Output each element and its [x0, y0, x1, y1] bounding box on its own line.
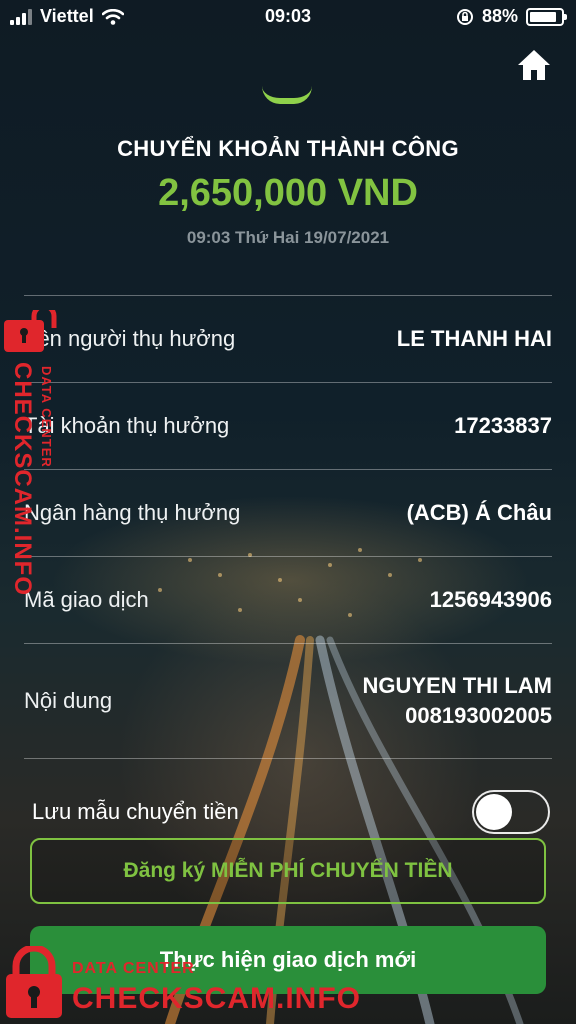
divider	[24, 758, 552, 759]
transfer-datetime: 09:03 Thứ Hai 19/07/2021	[186, 228, 390, 247]
detail-value: (ACB) Á Châu	[406, 500, 552, 525]
transfer-amount: 2,650,000 VND	[158, 172, 418, 214]
watermark-subtext: DATA CENTER	[39, 366, 54, 468]
detail-value: NGUYEN THI LAM 008193002005	[363, 671, 552, 731]
detail-row-content: Nội dung NGUYEN THI LAM 008193002005	[24, 643, 552, 758]
detail-value: 1256943906	[429, 587, 552, 612]
orientation-lock-icon	[456, 8, 473, 25]
detail-value: LE THANH HAI	[396, 326, 552, 351]
home-icon[interactable]	[516, 48, 552, 82]
watermark-lock-icon	[4, 310, 57, 352]
toggle-knob	[476, 794, 512, 830]
battery-percent: 88%	[481, 6, 518, 26]
save-template-toggle[interactable]	[472, 790, 550, 834]
success-indicator-arc	[262, 86, 312, 104]
battery-fill	[530, 11, 557, 22]
detail-row-beneficiary-bank: Ngân hàng thụ hưởng (ACB) Á Châu	[24, 469, 552, 556]
transfer-details: Tên người thụ hưởng LE THANH HAI Tài kho…	[24, 295, 552, 759]
detail-row-transaction-id: Mã giao dịch 1256943906	[24, 556, 552, 643]
watermark-text: CHECKSCAM.INFO	[72, 982, 361, 1015]
watermark-text: CHECKSCAM.INFO	[9, 362, 36, 596]
page-title: CHUYỂN KHOẢN THÀNH CÔNG	[117, 136, 459, 161]
watermark-vertical: CHECKSCAM.INFO DATA CENTER	[6, 362, 66, 596]
status-bar: Viettel 09:03 88%	[0, 0, 576, 34]
detail-row-beneficiary-name: Tên người thụ hưởng LE THANH HAI	[24, 295, 552, 382]
battery-icon	[526, 7, 567, 26]
detail-row-beneficiary-account: Tài khoản thụ hưởng 17233837	[24, 382, 552, 469]
watermark-subtext: DATA CENTER	[72, 960, 195, 977]
save-template-label: Lưu mẫu chuyển tiền	[32, 799, 239, 824]
watermark-lock-icon	[6, 946, 62, 1018]
detail-value: 17233837	[454, 413, 552, 438]
content-line-1: NGUYEN THI LAM	[362, 673, 552, 698]
save-template-row: Lưu mẫu chuyển tiền	[32, 790, 550, 834]
register-free-transfer-button[interactable]: Đăng ký MIỄN PHÍ CHUYỂN TIỀN	[30, 838, 546, 904]
status-right: 88%	[456, 6, 567, 27]
detail-label: Nội dung	[24, 688, 113, 713]
content-line-2: 008193002005	[405, 703, 552, 728]
